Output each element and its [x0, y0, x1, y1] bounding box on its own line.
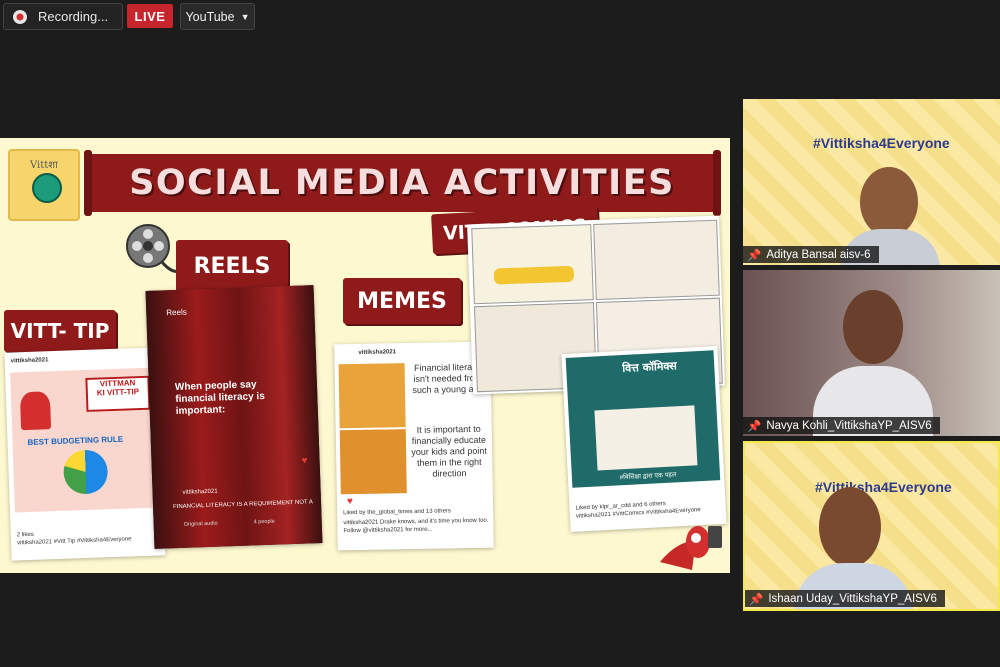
pin-icon: 📌	[747, 420, 762, 433]
participant-name-bar: 📌 Aditya Bansal aisv-6	[743, 246, 879, 263]
participant-tile[interactable]: #Vittiksha4Everyone 📌 Aditya Bansal aisv…	[743, 99, 1000, 265]
reel-account: vittiksha2021	[182, 488, 218, 496]
shared-slide: Vittशा SOCIAL MEDIA ACTIVITIES VITT- TIP…	[0, 138, 730, 573]
heart-icon: ♥	[301, 455, 308, 467]
tag-vitt-tip: VITT- TIP	[4, 310, 116, 352]
drake-no-image	[338, 363, 406, 429]
reel-audio: Original audio	[183, 520, 218, 528]
vittiksha-logo: Vittशा	[8, 149, 80, 221]
caret-down-icon: ▼	[240, 11, 250, 22]
participant-video	[843, 290, 903, 364]
reel-curtain-image	[145, 285, 323, 549]
meme-heart-icon: ♥	[346, 496, 353, 508]
vitt-tip-post: vittiksha2021 VITTMAN KI VITT-TIP BEST B…	[4, 347, 166, 561]
meme-text-bottom: It is important to financially educate y…	[411, 423, 487, 479]
active-speaker-tile[interactable]: #Vittiksha4Everyone 📌 Ishaan Uday_Vittik…	[743, 441, 1000, 611]
reel-header: Reels	[166, 307, 187, 318]
tile-banner-text: #Vittiksha4Everyone	[813, 135, 950, 151]
tag-memes: MEMES	[343, 278, 461, 324]
drake-yes-image	[339, 429, 407, 495]
youtube-label: YouTube	[185, 9, 235, 24]
recording-indicator[interactable]: Recording...	[3, 3, 123, 30]
participant-name-bar: 📌 Navya Kohli_VittikshaYP_AISV6	[743, 417, 940, 434]
post-likes: 2 likes	[16, 531, 34, 539]
pin-icon: 📌	[747, 249, 762, 262]
tip-headline-2: KI VITT-TIP	[96, 387, 140, 398]
pin-icon: 📌	[749, 593, 764, 606]
meme-post: vittiksha2021 Financial literacy isn't n…	[334, 341, 494, 551]
tag-reels: REELS	[176, 240, 288, 292]
comic-panel-1	[471, 224, 594, 305]
reel-overlay-text: When people say financial literacy is im…	[174, 379, 265, 418]
participant-tile[interactable]: 📌 Navya Kohli_VittikshaYP_AISV6	[743, 270, 1000, 436]
meme-liked-by: Liked by the_global_times and 13 others	[343, 508, 451, 517]
participant-name: Navya Kohli_VittikshaYP_AISV6	[766, 419, 932, 432]
live-badge[interactable]: LIVE	[127, 4, 173, 28]
comic-post-panel	[594, 405, 698, 471]
meme-caption: vittiksha2021 Drake knows, and it's time…	[343, 517, 489, 535]
pencil-coin-icon	[32, 173, 62, 203]
participant-name: Ishaan Uday_VittikshaYP_AISV6	[768, 592, 937, 605]
post-account: vittiksha2021	[10, 357, 49, 365]
participant-name-bar: 📌 Ishaan Uday_VittikshaYP_AISV6	[745, 590, 945, 607]
youtube-stream-dropdown[interactable]: YouTube ▼	[180, 3, 255, 30]
recording-cloud-icon	[13, 9, 27, 24]
participant-video	[819, 487, 881, 567]
reels-post: Reels When people say financial literacy…	[145, 285, 323, 549]
slide-title: SOCIAL MEDIA ACTIVITIES	[129, 163, 675, 203]
recording-label: Recording...	[38, 9, 109, 24]
comic-panel-2	[593, 219, 720, 301]
comic-post-title: वित्त कॉमिक्स	[621, 359, 678, 376]
logo-text: Vittशा	[30, 160, 58, 171]
tip-headline-box: VITTMAN KI VITT-TIP	[85, 375, 151, 412]
post-caption: vittiksha2021 #Vitt Tip #Vittiksha4Every…	[16, 536, 132, 547]
participant-video	[860, 167, 918, 237]
reel-people: 4 people	[253, 518, 275, 526]
comic-post: वित्त कॉमिक्स #वित्तिक्षा द्वारा एक पहल …	[561, 346, 727, 532]
vittman-mascot-icon	[19, 391, 52, 431]
vittman-mascot-icon	[660, 526, 722, 570]
participant-name: Aditya Bansal aisv-6	[766, 248, 871, 261]
meme-account: vittiksha2021	[358, 349, 397, 356]
